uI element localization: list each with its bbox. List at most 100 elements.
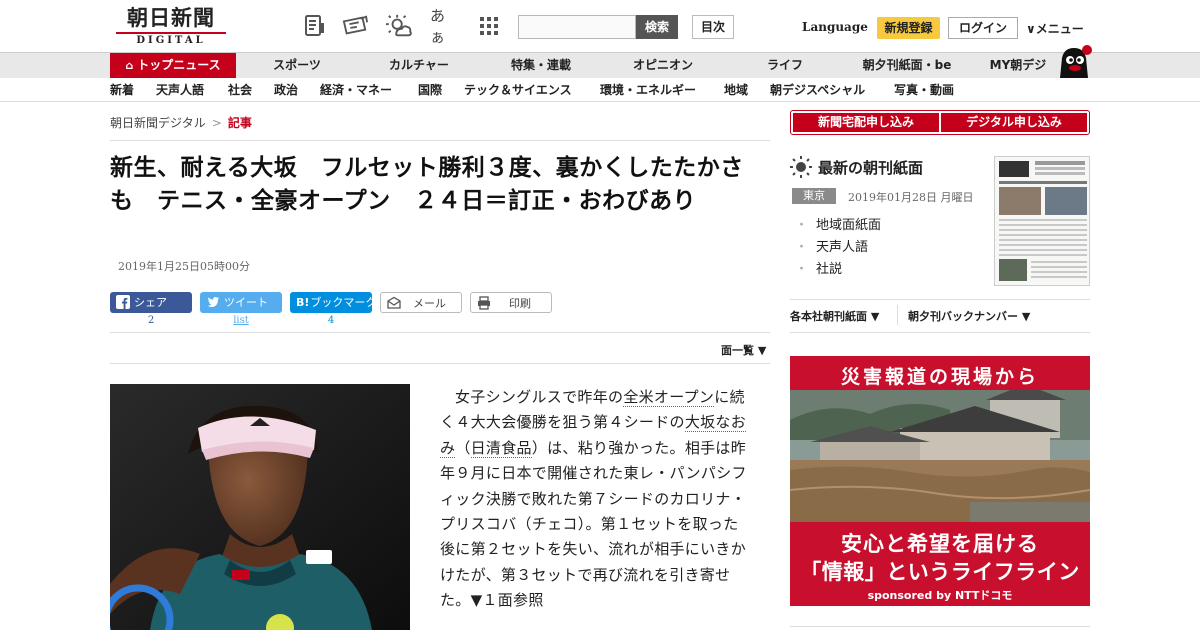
breadcrumb-separator: > [211,116,222,130]
mail-icon [387,296,401,310]
menu-label: メニュー [1035,22,1084,36]
subnav-economy[interactable]: 経済・マネー [320,78,392,102]
paper-link-tensei[interactable]: ・天声人語 [795,236,868,255]
keyword-link[interactable]: 全米オープン [623,388,715,407]
sun-icon [790,156,812,178]
ad-banner[interactable]: 災害報道の現場から 安心と希望を届ける 「情報」というライフライン sponso… [790,356,1090,606]
body-text: （ [455,438,471,457]
print-label: 印刷 [509,297,531,310]
article-body: 女子シングルスで昨年の全米オープンに続く４大大会優勝を狙う第４シードの大坂なおみ… [440,385,752,614]
print-button[interactable]: 印刷 [470,292,552,313]
nav-culture[interactable]: カルチャー [366,53,472,78]
weather-icon[interactable] [386,12,412,40]
backnumber-dropdown[interactable]: 朝夕刊バックナンバー ▼ [908,308,1030,324]
menu-chevron-icon: ∨ [1026,22,1036,36]
digital-subscribe-button[interactable]: デジタル申し込み [941,113,1087,132]
share-hatena-button[interactable]: B!ブックマーク [290,292,376,313]
subnav-tensei-jingo[interactable]: 天声人語 [156,78,204,102]
nav-life[interactable]: ライフ [732,53,838,78]
register-button[interactable]: 新規登録 [877,17,940,39]
breadcrumb: 朝日新聞デジタル > 記事 [110,114,252,131]
nav-sports[interactable]: スポーツ [244,53,350,78]
nav-paper[interactable]: 朝夕刊紙面・be [852,53,962,78]
twitter-list-link[interactable]: list [200,315,282,326]
share-facebook-button[interactable]: シェア [110,292,192,313]
facebook-share-count: 2 [147,315,155,326]
paper-link-editorial[interactable]: ・社説 [795,258,842,277]
region-badge: 東京 [792,188,836,204]
share-twitter-button[interactable]: ツイート [200,292,282,313]
divider [790,626,1090,627]
page-list-dropdown[interactable]: 面一覧 ▼ [721,342,766,358]
newspaper-front-page-thumbnail[interactable] [994,156,1090,286]
nav-top-news[interactable]: ⌂ トップニュース [110,53,236,78]
paper-link-label: 天声人語 [816,240,869,255]
edition-date: 2019年01月28日 月曜日 [848,191,974,204]
divider [110,332,770,333]
nav-label: トップニュース [137,58,221,72]
ad-sponsor: sponsored by NTTドコモ [867,589,1013,602]
divider [110,140,770,141]
home-icon: ⌂ [125,59,134,72]
paper-link-label: 地域面紙面 [816,218,882,233]
bullet: ・ [795,240,809,255]
ticket-icon[interactable] [342,12,368,40]
subnav-tech-science[interactable]: テック＆サイエンス [464,78,572,102]
article-title: 新生、耐える大坂 フルセット勝利３度、裏かくしたたかさも テニス・全豪オープン … [110,155,744,214]
site-logo[interactable]: 朝日新聞 DIGITAL [110,6,232,48]
share-facebook-label: シェア [134,296,167,309]
memo-icon[interactable] [302,12,328,40]
font-size-icon[interactable]: あぁ [430,7,456,46]
hatena-bookmark-icon: B! [296,296,310,309]
subnav-international[interactable]: 国際 [418,78,442,102]
share-mail-label: メール [413,297,446,310]
ad-flood-photo [790,384,1090,522]
nav-my-asadigi[interactable]: MY朝デジ [978,53,1058,78]
bullet: ・ [795,262,809,277]
subnav-environment[interactable]: 環境・エネルギー [600,78,696,102]
grid-menu-icon[interactable] [476,12,502,40]
caret-down-icon: ▼ [757,344,767,357]
breadcrumb-home[interactable]: 朝日新聞デジタル [110,116,206,130]
dropdown-label: 各本社朝刊紙面 [790,310,867,323]
article-photo[interactable] [110,384,410,630]
page-list-label: 面一覧 [721,344,754,357]
logo-english: DIGITAL [116,32,226,47]
menu-button[interactable]: ∨メニュー [1026,20,1084,37]
search-input[interactable] [518,15,636,39]
divider [897,305,898,325]
publish-date: 2019年1月25日05時00分 [118,260,250,273]
subnav-region[interactable]: 地域 [724,78,748,102]
paper-link-local[interactable]: ・地域面紙面 [795,214,881,233]
sub-nav: 新着 天声人語 社会 政治 経済・マネー 国際 テック＆サイエンス 環境・エネル… [0,78,1200,102]
subnav-photo-video[interactable]: 写真・動画 [894,78,954,102]
login-button[interactable]: ログイン [948,17,1018,39]
print-icon [477,296,491,310]
hatena-bookmark-count: 4 [327,315,335,326]
keyword-link[interactable]: 日清食品 [470,438,532,458]
nav-opinion[interactable]: オピニオン [610,53,716,78]
subnav-latest[interactable]: 新着 [110,78,134,102]
subnav-politics[interactable]: 政治 [274,78,298,102]
ad-headline: 災害報道の現場から [840,366,1039,388]
paper-link-label: 社説 [816,262,843,277]
logo-japanese: 朝日新聞 [127,5,215,30]
dropdown-label: 朝夕刊バックナンバー [908,310,1018,323]
share-mail-button[interactable]: メール [380,292,462,313]
newspaper-delivery-button[interactable]: 新聞宅配申し込み [793,113,939,132]
nav-features[interactable]: 特集・連載 [488,53,594,78]
search-button[interactable]: 検索 [636,15,678,39]
body-text: 女子シングルスで昨年の [455,388,624,406]
main-nav: ⌂ トップニュース スポーツ カルチャー 特集・連載 オピニオン ライフ 朝夕刊紙… [0,52,1200,78]
mascot-icon[interactable] [1056,44,1092,80]
regional-edition-dropdown[interactable]: 各本社朝刊紙面 ▼ [790,308,879,324]
divider [790,299,1090,300]
language-link[interactable]: Language [802,20,868,34]
divider [110,363,770,364]
subnav-special[interactable]: 朝デジスペシャル [770,78,865,102]
subscribe-bar: 新聞宅配申し込み デジタル申し込み [790,110,1090,135]
twitter-icon [206,295,220,309]
subnav-society[interactable]: 社会 [228,78,252,102]
toc-button[interactable]: 目次 [692,15,734,39]
caret-down-icon: ▼ [1021,310,1031,323]
